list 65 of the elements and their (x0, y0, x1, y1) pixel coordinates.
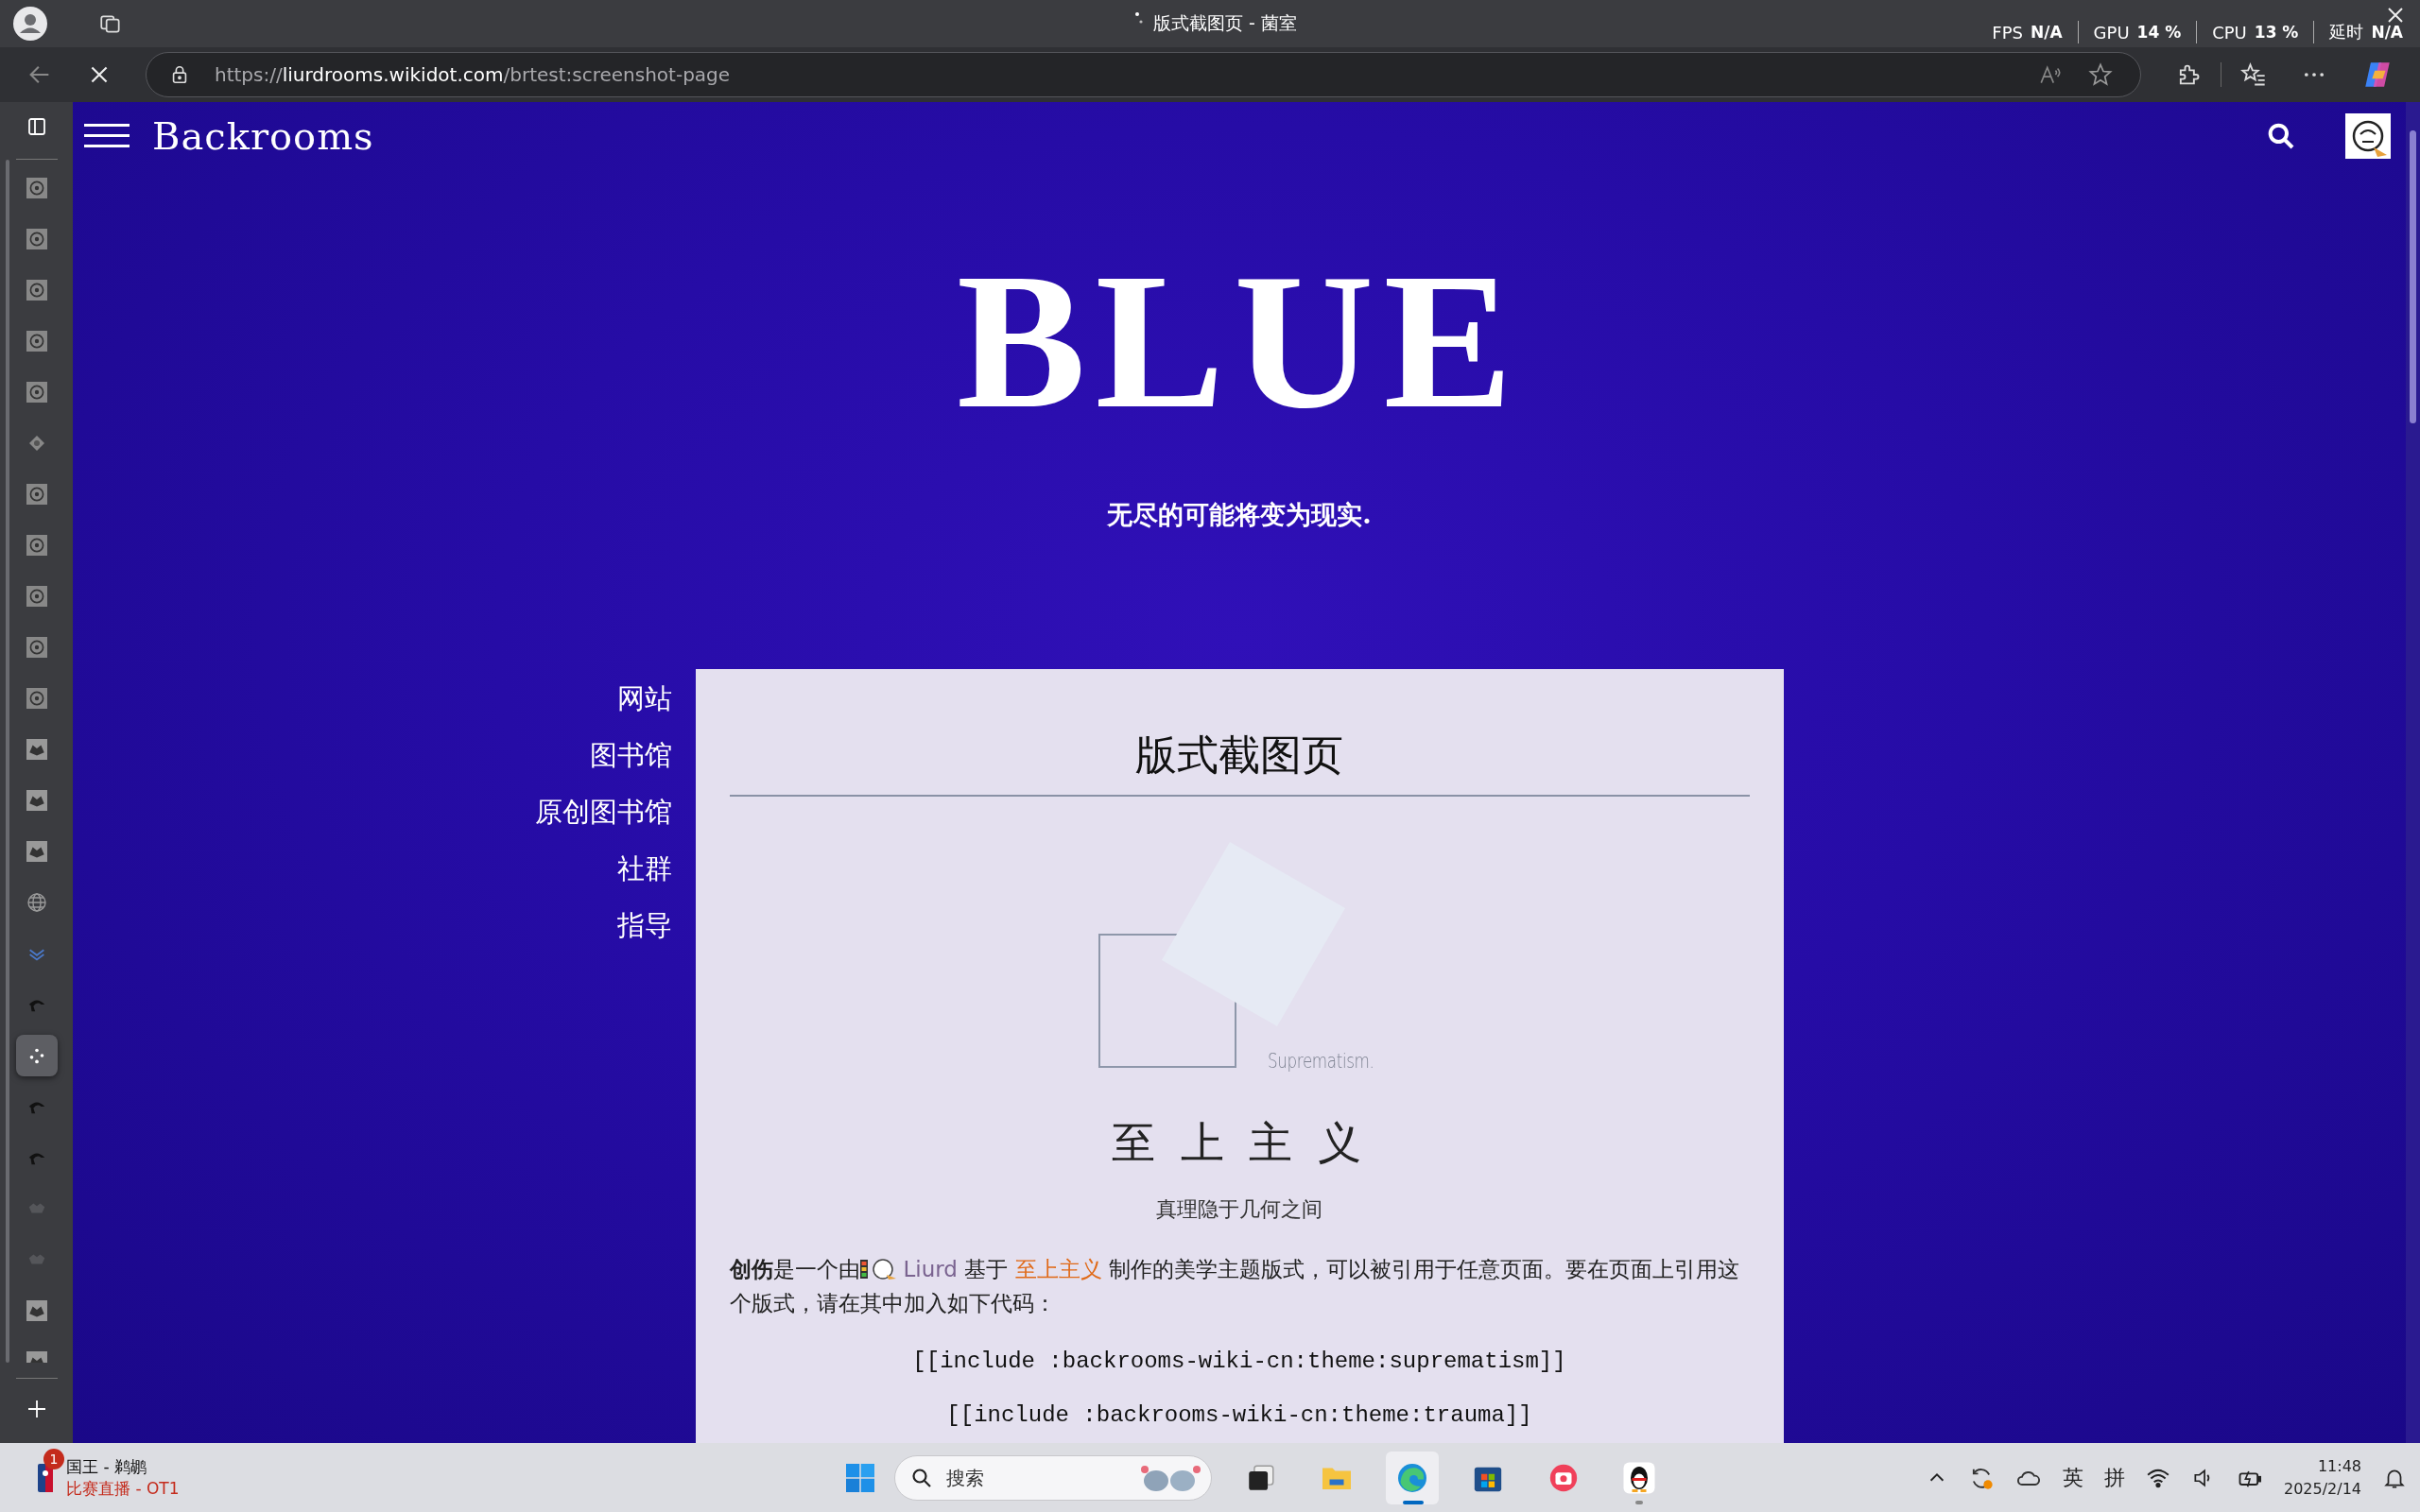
loading-icon (1134, 11, 1144, 25)
metric-value: N/A (2371, 23, 2403, 42)
figure-caption: Suprematism. (1267, 1050, 1374, 1073)
nav-link[interactable]: 网站 (616, 680, 672, 716)
close-icon[interactable] (2386, 6, 2405, 25)
vertical-tab[interactable] (15, 1035, 58, 1076)
seal-favicon-icon (26, 535, 47, 556)
author-link[interactable]: Liurd (903, 1257, 958, 1281)
site-name[interactable]: Backrooms (152, 114, 374, 158)
metric-value: 14 % (2136, 23, 2182, 42)
seal-favicon-icon (26, 178, 47, 198)
metric-label: CPU (2212, 22, 2247, 43)
nav-link[interactable]: 社群 (616, 850, 672, 886)
code-line: [[include :backrooms-wiki-cn:theme:trauma]] (946, 1402, 1532, 1428)
favorites-icon[interactable] (2240, 61, 2267, 88)
widget-title: 国王 - 鹈鹕 (66, 1455, 147, 1478)
seal-favicon-icon (26, 637, 47, 658)
tagline: 无尽的可能将变为现实. (1106, 499, 1373, 531)
nav-link[interactable]: 图书馆 (589, 737, 672, 773)
globe-icon (25, 891, 48, 914)
metric-label: FPS (1992, 22, 2023, 43)
notification-badge: 1 (43, 1448, 64, 1469)
metric-value: N/A (2031, 23, 2063, 42)
metric-label: GPU (2093, 22, 2130, 43)
seal-favicon-icon (26, 688, 47, 709)
search-icon[interactable] (2266, 121, 2296, 151)
menu-icon[interactable] (84, 124, 130, 148)
search-input[interactable]: 搜索 (944, 1465, 1126, 1490)
penguin-icon (1622, 1460, 1656, 1495)
window-title: 版式截图页 - 菌室 (1153, 11, 1297, 35)
url-text: https://liurdrooms.wikidot.com/brtest:screenshot-page (215, 63, 731, 86)
input-mode-indicator[interactable]: 英 (2062, 1463, 2083, 1492)
widget-subtitle: 比赛直播 - OT1 (66, 1477, 180, 1500)
search-field[interactable]: 搜索 (894, 1454, 1212, 1501)
user-avatar-icon (859, 1258, 898, 1280)
seal-favicon-icon (26, 586, 47, 607)
search-icon (910, 1466, 933, 1489)
wolf-favicon-icon (26, 1300, 47, 1321)
nav-link[interactable]: 原创图书馆 (534, 794, 672, 830)
wolf-favicon-icon (26, 841, 47, 862)
theme-heading: 至 上 主 义 (1112, 1116, 1367, 1170)
profile-icon[interactable] (13, 7, 47, 41)
metric-label: 延时 (2329, 21, 2364, 43)
theme-subheading: 真理隐于几何之间 (1156, 1196, 1322, 1223)
nav-link[interactable]: 指导 (616, 907, 672, 943)
user-avatar-icon[interactable] (2345, 113, 2391, 159)
scrollbar-thumb[interactable] (2410, 130, 2416, 423)
theme-description: 创伤是一个由 Liurd 基于 至上主义 制作的美学主题版式，可以被引用于任意页面。要在页面上引用这个版式，请在其中加入如下代码： (729, 1256, 1740, 1317)
wolf-favicon-icon (26, 739, 47, 760)
seal-favicon-icon (26, 280, 47, 301)
address-field[interactable]: https://liurdrooms.wikidot.com/brtest:screenshot-page (146, 52, 2141, 97)
page-title: 版式截图页 (1135, 730, 1343, 781)
league-logo-icon (38, 1463, 53, 1492)
seal-favicon-icon (26, 484, 47, 505)
clock-date[interactable]: 2025/2/14 (2283, 1477, 2361, 1501)
code-line: [[include :backrooms-wiki-cn:theme:suprematism]] (912, 1349, 1566, 1374)
input-mode-indicator[interactable]: 拼 (2103, 1463, 2125, 1492)
seal-favicon-icon (26, 229, 47, 249)
favorite-star-icon[interactable] (2087, 61, 2114, 88)
clock-time[interactable]: 11:48 (2317, 1454, 2361, 1478)
wolf-favicon-icon (26, 790, 47, 811)
seal-favicon-icon (26, 331, 47, 352)
seal-favicon-icon (26, 382, 47, 403)
metric-value: 13 % (2254, 23, 2299, 42)
hero-title: BLUE (955, 244, 1524, 438)
